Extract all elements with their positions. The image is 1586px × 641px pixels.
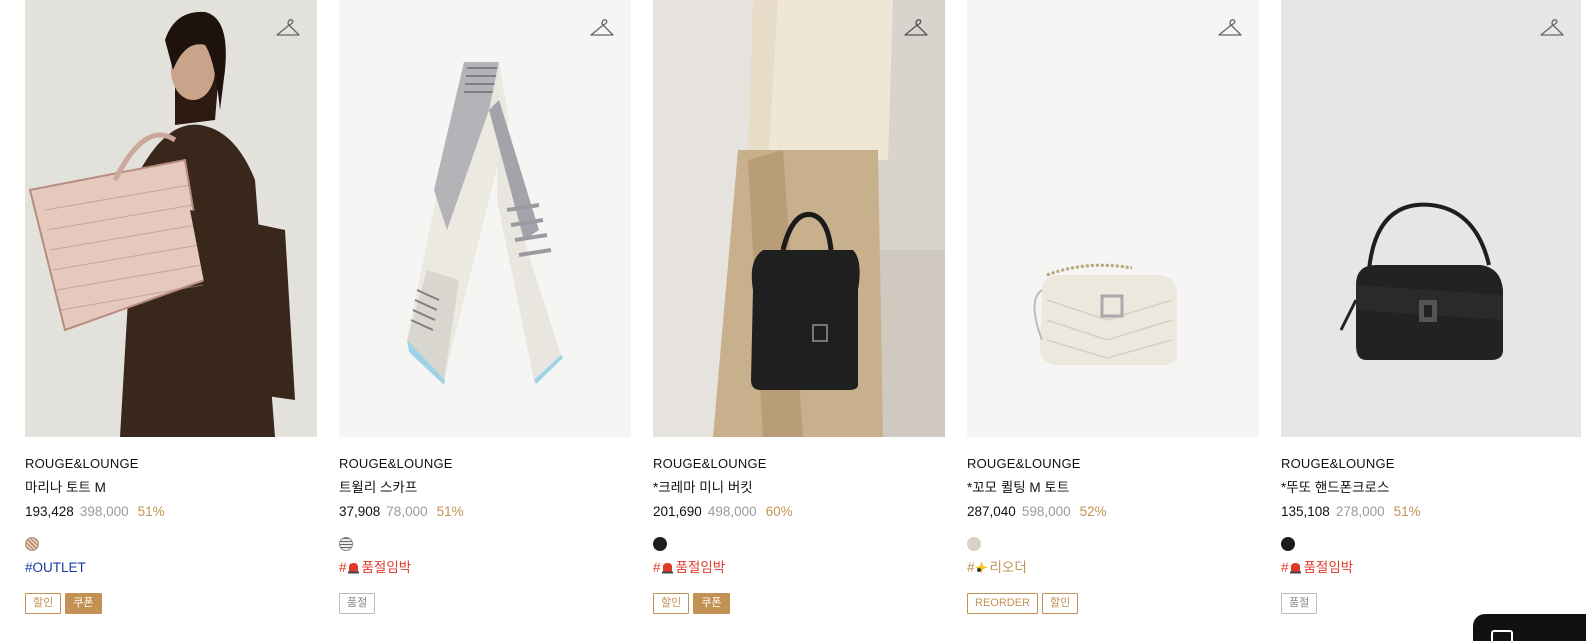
- sale-price: 201,690: [653, 504, 702, 519]
- discount-rate: 60%: [765, 504, 793, 519]
- discount-rate: 51%: [436, 504, 464, 519]
- siren-icon: [1289, 563, 1301, 574]
- hashtag-text: 품절임박: [1303, 560, 1354, 575]
- product-card[interactable]: ROUGE&LOUNGE 트윌리 스카프 37,908 78,000 51% # 품절…: [339, 0, 631, 614]
- hanger-icon[interactable]: [903, 16, 929, 38]
- original-price: 78,000: [386, 504, 428, 519]
- sale-price: 37,908: [339, 504, 381, 519]
- hashtag: #: [339, 560, 347, 575]
- price-row: 37,908 78,000 51%: [339, 504, 631, 520]
- hanger-icon[interactable]: [1217, 16, 1243, 38]
- product-image[interactable]: [653, 0, 945, 437]
- coupon-badge: 쿠폰: [693, 593, 730, 614]
- price-row: 193,428 398,000 51%: [25, 504, 317, 520]
- sale-price: 193,428: [25, 504, 74, 519]
- color-swatch[interactable]: [967, 537, 981, 551]
- brand-name[interactable]: ROUGE&LOUNGE: [1281, 456, 1581, 472]
- reorder-badge: REORDER: [967, 593, 1039, 614]
- product-name[interactable]: 트윌리 스카프: [339, 480, 631, 496]
- color-swatch[interactable]: [1281, 537, 1295, 551]
- siren-icon: [347, 563, 359, 574]
- brand-name[interactable]: ROUGE&LOUNGE: [339, 456, 631, 472]
- discount-badge: 할인: [1042, 593, 1079, 614]
- discount-rate: 51%: [1393, 504, 1421, 519]
- discount-badge: 할인: [25, 593, 62, 614]
- hashtag-link[interactable]: # 품절임박: [1281, 560, 1581, 576]
- badge-group: 품절: [339, 593, 631, 614]
- hashtag-link[interactable]: # 리오더: [967, 560, 1259, 576]
- soldout-badge: 품절: [339, 593, 376, 614]
- brand-name[interactable]: ROUGE&LOUNGE: [967, 456, 1259, 472]
- product-card[interactable]: ROUGE&LOUNGE 마리나 토트 M 193,428 398,000 51% …: [25, 0, 317, 614]
- price-row: 135,108 278,000 51%: [1281, 504, 1581, 520]
- discount-badge: 할인: [653, 593, 690, 614]
- badge-group: 할인 쿠폰: [25, 593, 317, 614]
- color-swatch[interactable]: [653, 537, 667, 551]
- product-image[interactable]: [339, 0, 631, 437]
- original-price: 398,000: [79, 504, 129, 519]
- product-card[interactable]: ROUGE&LOUNGE *꼬모 퀼팅 M 토트 287,040 598,000 5…: [967, 0, 1259, 614]
- hashtag: #: [1281, 560, 1289, 575]
- hashtag-link[interactable]: # 품절임박: [339, 560, 631, 576]
- badge-group: 품절: [1281, 593, 1581, 614]
- price-row: 201,690 498,000 60%: [653, 504, 945, 520]
- sparkle-icon: [974, 561, 988, 574]
- brand-name[interactable]: ROUGE&LOUNGE: [653, 456, 945, 472]
- original-price: 498,000: [707, 504, 757, 519]
- product-name[interactable]: *뚜또 핸드폰크로스: [1281, 480, 1581, 496]
- product-grid: ROUGE&LOUNGE 마리나 토트 M 193,428 398,000 51% …: [25, 0, 1581, 614]
- hashtag: #: [967, 560, 975, 575]
- price-row: 287,040 598,000 52%: [967, 504, 1259, 520]
- badge-group: REORDER 할인: [967, 593, 1259, 614]
- product-card[interactable]: ROUGE&LOUNGE *크레마 미니 버킷 201,690 498,000 60…: [653, 0, 945, 614]
- product-name[interactable]: 마리나 토트 M: [25, 480, 317, 496]
- hashtag-text: 품절임박: [675, 560, 726, 575]
- badge-group: 할인 쿠폰: [653, 593, 945, 614]
- hanger-icon[interactable]: [589, 16, 615, 38]
- hashtag-link[interactable]: # 품절임박: [653, 560, 945, 576]
- coupon-badge: 쿠폰: [65, 593, 102, 614]
- hashtag-text: 품절임박: [361, 560, 412, 575]
- discount-rate: 52%: [1079, 504, 1107, 519]
- brand-name[interactable]: ROUGE&LOUNGE: [25, 456, 317, 472]
- product-image[interactable]: [1281, 0, 1581, 437]
- hanger-icon[interactable]: [275, 16, 301, 38]
- hanger-icon[interactable]: [1539, 16, 1565, 38]
- product-name[interactable]: *크레마 미니 버킷: [653, 480, 945, 496]
- color-swatch[interactable]: [339, 537, 353, 551]
- hashtag-link[interactable]: #OUTLET: [25, 560, 317, 576]
- product-card[interactable]: ROUGE&LOUNGE *뚜또 핸드폰크로스 135,108 278,000 51…: [1281, 0, 1581, 614]
- soldout-badge: 품절: [1281, 593, 1318, 614]
- chat-icon: [1491, 630, 1513, 641]
- original-price: 598,000: [1021, 504, 1071, 519]
- product-image[interactable]: [967, 0, 1259, 437]
- original-price: 278,000: [1335, 504, 1385, 519]
- hashtag-text: 리오더: [989, 560, 1027, 575]
- discount-rate: 51%: [137, 504, 165, 519]
- hashtag: #: [653, 560, 661, 575]
- sale-price: 135,108: [1281, 504, 1330, 519]
- product-image[interactable]: [25, 0, 317, 437]
- sale-price: 287,040: [967, 504, 1016, 519]
- siren-icon: [661, 563, 673, 574]
- color-swatch[interactable]: [25, 537, 39, 551]
- floating-chat-button[interactable]: [1473, 614, 1586, 641]
- product-name[interactable]: *꼬모 퀼팅 M 토트: [967, 480, 1259, 496]
